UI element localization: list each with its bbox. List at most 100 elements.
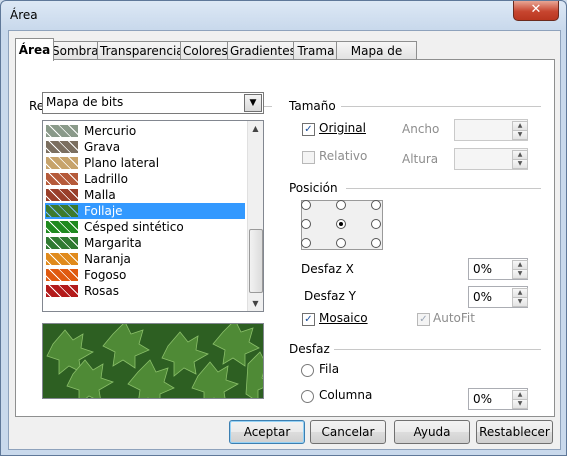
altura-label: Altura (402, 152, 439, 166)
list-item-label: Follaje (84, 204, 123, 218)
list-item[interactable]: Césped sintético (45, 219, 245, 235)
fila-radio[interactable] (301, 364, 314, 377)
desfaz-value: 0% (473, 392, 493, 406)
original-checkbox[interactable]: ✓ (302, 123, 315, 136)
desfaz-label: Desfaz (289, 342, 334, 356)
original-label: Original (319, 121, 366, 135)
tab-colores[interactable]: Colores (180, 41, 230, 60)
pos-center[interactable] (336, 219, 346, 229)
list-item[interactable]: Malla (45, 187, 245, 203)
desfaz-spinner[interactable]: 0% ▲ ▼ (468, 388, 528, 410)
pos-middle-right[interactable] (371, 219, 381, 229)
list-item-label: Mercurio (84, 124, 137, 138)
pos-middle-left[interactable] (301, 219, 311, 229)
scroll-thumb[interactable] (249, 229, 263, 293)
list-item[interactable]: Follaje (45, 203, 245, 219)
desfaz-x-spinner[interactable]: 0% ▲ ▼ (468, 258, 528, 280)
scroll-down-icon[interactable]: ▼ (248, 296, 263, 311)
window-title: Área (10, 8, 38, 22)
tab-panel: Relleno Mapa de bits ▼ MercurioGravaPlan… (15, 59, 555, 417)
desfaz-x-value: 0% (473, 262, 493, 276)
bitmap-thumbnail (46, 253, 78, 265)
mosaico-checkbox[interactable]: ✓ (302, 313, 315, 326)
foliage-preview-image (43, 324, 263, 398)
tab-gradientes[interactable]: Gradientes (227, 41, 296, 60)
pos-bottom-right[interactable] (371, 238, 381, 248)
close-button[interactable]: ✕ (513, 1, 559, 21)
dialog-client: Área Sombra Transparencia Colores Gradie… (8, 30, 561, 450)
dialog-window: Área ✕ Área Sombra Transparencia Colores… (0, 0, 567, 456)
cancelar-button[interactable]: Cancelar (310, 420, 386, 444)
list-item-label: Margarita (84, 236, 142, 250)
mosaico-label: Mosaico (319, 311, 368, 325)
bitmap-thumbnail (46, 157, 78, 169)
tab-trama[interactable]: Trama (293, 41, 339, 60)
pos-bottom-left[interactable] (301, 238, 311, 248)
list-item[interactable]: Rosas (45, 283, 245, 299)
restablecer-button[interactable]: Restablecer (476, 420, 553, 444)
bitmap-thumbnail (46, 269, 78, 281)
ayuda-button[interactable]: Ayuda (394, 420, 470, 444)
spin-down-icon[interactable]: ▼ (512, 269, 528, 279)
list-item-label: Rosas (84, 284, 119, 298)
bitmap-thumbnail (46, 125, 78, 137)
list-item[interactable]: Fogoso (45, 267, 245, 283)
autofit-label: AutoFit (433, 311, 475, 325)
tab-area[interactable]: Área (15, 38, 54, 61)
tab-transparencia[interactable]: Transparencia (97, 41, 184, 60)
list-item[interactable]: Grava (45, 139, 245, 155)
columna-radio[interactable] (301, 390, 314, 403)
autofit-checkbox[interactable]: ✓ (417, 313, 430, 326)
list-item-label: Ladrillo (84, 172, 128, 186)
list-item-label: Naranja (84, 252, 131, 266)
list-item-label: Malla (84, 188, 116, 202)
relativo-label: Relativo (319, 149, 368, 163)
list-item[interactable]: Ladrillo (45, 171, 245, 187)
ancho-spinner[interactable]: ▲ ▼ (454, 119, 528, 141)
fill-type-value: Mapa de bits (46, 95, 124, 109)
tamano-divider (341, 106, 541, 107)
desfaz-y-spinner[interactable]: 0% ▲ ▼ (468, 286, 528, 308)
bitmap-preview (42, 323, 264, 399)
bitmap-list[interactable]: Mercurio Grava Plano lateral Ladrillo Malla F… (42, 120, 264, 312)
posicion-label: Posición (289, 181, 342, 195)
pos-bottom-center[interactable] (336, 238, 346, 248)
bitmap-thumbnail (46, 221, 78, 233)
bitmap-thumbnail (46, 141, 78, 153)
bitmap-thumbnail (46, 205, 78, 217)
fila-label: Fila (319, 362, 340, 376)
desfaz-x-label: Desfaz X (301, 262, 354, 276)
tab-mapa-de-bits[interactable]: Mapa de bits (336, 41, 417, 76)
desfaz-divider (331, 349, 541, 350)
spin-down-icon[interactable]: ▼ (512, 399, 528, 409)
altura-spinner[interactable]: ▲ ▼ (454, 148, 528, 170)
scroll-up-icon[interactable]: ▲ (248, 121, 263, 136)
list-item[interactable]: Plano lateral (45, 155, 245, 171)
relativo-checkbox[interactable] (302, 151, 315, 164)
aceptar-button[interactable]: Aceptar (229, 420, 305, 444)
fill-type-select[interactable]: Mapa de bits ▼ (42, 92, 264, 114)
list-item-label: Grava (84, 140, 121, 154)
spin-down-icon[interactable]: ▼ (512, 297, 528, 307)
list-item-label: Plano lateral (84, 156, 160, 170)
tamano-label: Tamaño (289, 99, 340, 113)
desfaz-y-value: 0% (473, 290, 493, 304)
list-item-label: Césped sintético (84, 220, 184, 234)
columna-label: Columna (319, 388, 373, 402)
bitmap-thumbnail (46, 237, 78, 249)
bitmap-thumbnail (46, 189, 78, 201)
spin-down-icon[interactable]: ▼ (512, 159, 528, 169)
list-item[interactable]: Margarita (45, 235, 245, 251)
list-item[interactable]: Naranja (45, 251, 245, 267)
list-item-label: Fogoso (84, 268, 127, 282)
list-scrollbar[interactable]: ▲ ▼ (247, 121, 263, 311)
list-item[interactable]: Mercurio (45, 123, 245, 139)
bitmap-thumbnail (46, 285, 78, 297)
tab-sombra[interactable]: Sombra (49, 41, 100, 60)
chevron-down-icon[interactable]: ▼ (244, 94, 262, 112)
pos-top-left[interactable] (301, 200, 311, 210)
pos-top-right[interactable] (371, 200, 381, 210)
spin-down-icon[interactable]: ▼ (512, 130, 528, 140)
position-grid[interactable] (301, 200, 383, 250)
pos-top-center[interactable] (336, 200, 346, 210)
